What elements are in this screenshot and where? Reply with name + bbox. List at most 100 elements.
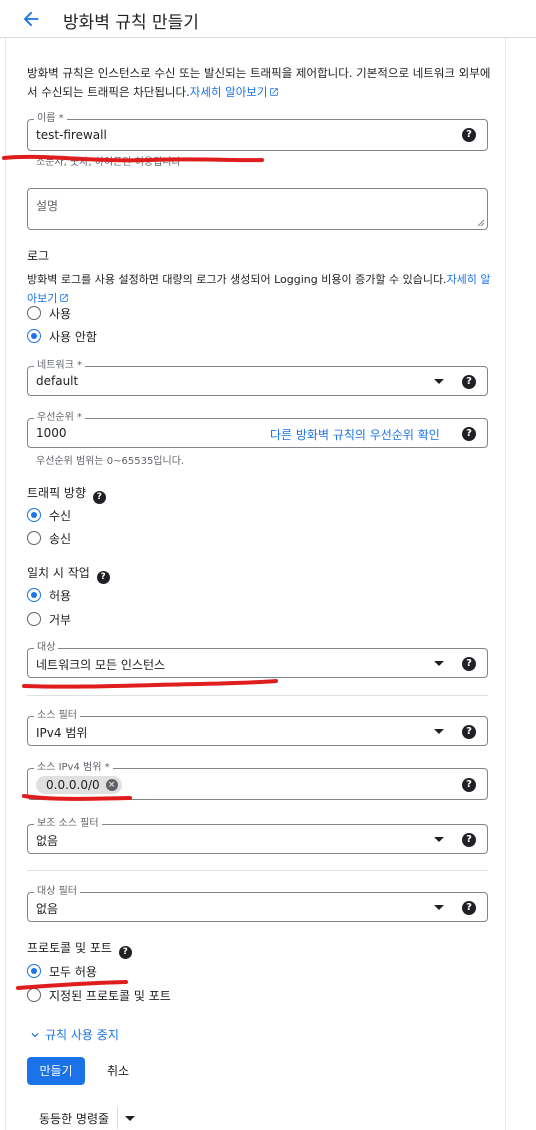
network-select[interactable]: 네트워크 * default ? — [27, 359, 488, 396]
ip-range-chip[interactable]: 0.0.0.0/0 × — [36, 776, 122, 794]
direction-title: 트래픽 방향 ? — [27, 484, 106, 504]
radio-icon — [27, 531, 41, 545]
dest-filter-select[interactable]: 대상 필터 없음 ? — [27, 885, 488, 922]
ip-range-chip-text: 0.0.0.0/0 — [46, 778, 100, 792]
network-value: default — [36, 374, 79, 388]
secondary-source-select[interactable]: 보조 소스 필터 없음 ? — [27, 817, 488, 854]
direction-option-egress[interactable]: 송신 — [27, 529, 71, 547]
open-in-new-icon — [60, 294, 69, 302]
network-label: 네트워크 * — [34, 359, 85, 373]
right-divider — [505, 38, 506, 1130]
source-filter-value: IPv4 범위 — [36, 726, 88, 740]
radio-selected-icon — [27, 508, 41, 522]
cancel-button[interactable]: 취소 — [95, 1057, 141, 1085]
help-icon[interactable]: ? — [118, 946, 132, 959]
priority-input[interactable]: 1000 — [36, 426, 67, 440]
radio-selected-icon — [27, 964, 41, 978]
source-ranges-field[interactable]: 소스 IPv4 범위 * 0.0.0.0/0 × ? — [27, 761, 488, 800]
arrow-left-icon[interactable] — [20, 8, 42, 30]
intro-text: 방화벽 규칙은 인스턴스로 수신 또는 발신되는 트래픽을 제어합니다. 기본적… — [27, 64, 497, 102]
secondary-source-value: 없음 — [36, 834, 59, 848]
name-hint: 소문자, 숫자, 하이픈만 허용됩니다 — [36, 157, 181, 168]
section-divider — [27, 695, 488, 696]
help-icon[interactable]: ? — [462, 375, 476, 389]
action-allow-label: 허용 — [49, 588, 72, 603]
caret-down-icon — [434, 729, 444, 734]
disable-rule-toggle[interactable]: 규칙 사용 중지 — [28, 1026, 119, 1043]
help-icon[interactable]: ? — [462, 778, 476, 792]
radio-icon — [27, 612, 41, 626]
priority-field[interactable]: 우선순위 * 1000 다른 방화벽 규칙의 우선순위 확인 ? — [27, 411, 488, 448]
resize-handle-icon[interactable] — [477, 219, 485, 227]
chevron-down-icon — [31, 1032, 39, 1037]
protocols-all-label: 모두 허용 — [49, 964, 97, 979]
protocols-title-text: 프로토콜 및 포트 — [27, 941, 112, 955]
equivalent-command-label[interactable]: 동등한 명령줄 — [31, 1110, 117, 1127]
section-divider — [27, 870, 488, 871]
description-placeholder: 설명 — [36, 199, 59, 213]
dest-filter-value: 없음 — [36, 902, 59, 916]
protocols-specified-label: 지정된 프로토콜 및 포트 — [49, 988, 171, 1003]
help-icon[interactable]: ? — [462, 725, 476, 739]
action-option-deny[interactable]: 거부 — [27, 610, 71, 628]
disable-rule-label: 규칙 사용 중지 — [45, 1028, 119, 1042]
protocols-option-all[interactable]: 모두 허용 — [27, 962, 97, 980]
help-icon[interactable]: ? — [462, 427, 476, 441]
caret-down-icon — [434, 905, 444, 910]
help-icon[interactable]: ? — [462, 833, 476, 847]
direction-egress-label: 송신 — [49, 531, 72, 546]
help-icon[interactable]: ? — [96, 571, 110, 584]
name-input[interactable]: test-firewall — [36, 128, 107, 142]
page-title: 방화벽 규칙 만들기 — [63, 13, 199, 33]
targets-select[interactable]: 대상 네트워크의 모든 인스턴스 ? — [27, 641, 488, 678]
logs-option-off[interactable]: 사용 안함 — [27, 327, 97, 345]
equivalent-command-split-button[interactable]: 동등한 명령줄 — [31, 1104, 136, 1130]
action-title-text: 일치 시 작업 — [27, 566, 90, 580]
protocols-option-specified[interactable]: 지정된 프로토콜 및 포트 — [27, 986, 171, 1004]
caret-down-icon[interactable] — [125, 1115, 136, 1121]
priority-label: 우선순위 * — [34, 411, 85, 425]
help-icon[interactable]: ? — [462, 657, 476, 671]
priority-check-link[interactable]: 다른 방화벽 규칙의 우선순위 확인 — [270, 426, 440, 443]
help-icon[interactable]: ? — [462, 901, 476, 915]
logs-option-off-label: 사용 안함 — [49, 329, 97, 344]
logs-title: 로그 — [27, 249, 50, 263]
action-title: 일치 시 작업 ? — [27, 564, 110, 584]
action-deny-label: 거부 — [49, 612, 72, 627]
page-header: 방화벽 규칙 만들기 — [0, 0, 536, 38]
priority-hint: 우선순위 범위는 0~65535입니다. — [36, 456, 185, 467]
left-divider — [5, 38, 6, 1130]
source-ranges-label: 소스 IPv4 범위 * — [34, 761, 113, 775]
radio-icon — [27, 306, 41, 320]
secondary-source-label: 보조 소스 필터 — [34, 817, 102, 831]
source-filter-select[interactable]: 소스 필터 IPv4 범위 ? — [27, 709, 488, 746]
logs-text: 방화벽 로그를 사용 설정하면 대량의 로그가 생성되어 Logging 비용이… — [27, 270, 497, 308]
radio-selected-icon — [27, 329, 41, 343]
logs-option-on-label: 사용 — [49, 306, 72, 321]
targets-label: 대상 — [34, 641, 59, 655]
caret-down-icon — [434, 661, 444, 666]
name-field[interactable]: 이름 * test-firewall ? — [27, 112, 488, 151]
source-filter-label: 소스 필터 — [34, 709, 80, 723]
cancel-circle-icon[interactable]: × — [105, 779, 118, 791]
learn-more-link[interactable]: 자세히 알아보기 — [190, 85, 268, 99]
direction-ingress-label: 수신 — [49, 508, 72, 523]
protocols-title: 프로토콜 및 포트 ? — [27, 939, 132, 959]
action-option-allow[interactable]: 허용 — [27, 586, 71, 604]
radio-icon — [27, 988, 41, 1002]
logs-description: 방화벽 로그를 사용 설정하면 대량의 로그가 생성되어 Logging 비용이… — [27, 273, 447, 286]
dest-filter-label: 대상 필터 — [34, 885, 80, 899]
create-button[interactable]: 만들기 — [27, 1057, 85, 1085]
help-icon[interactable]: ? — [462, 128, 476, 142]
split-divider — [117, 1107, 119, 1129]
caret-down-icon — [434, 837, 444, 842]
direction-option-ingress[interactable]: 수신 — [27, 506, 71, 524]
direction-title-text: 트래픽 방향 — [27, 486, 87, 500]
name-label: 이름 * — [34, 112, 67, 126]
logs-option-on[interactable]: 사용 — [27, 304, 71, 322]
radio-selected-icon — [27, 588, 41, 602]
help-icon[interactable]: ? — [92, 491, 106, 504]
open-in-new-icon — [270, 88, 279, 96]
caret-down-icon — [434, 379, 444, 384]
description-field[interactable]: 설명 — [27, 188, 488, 230]
